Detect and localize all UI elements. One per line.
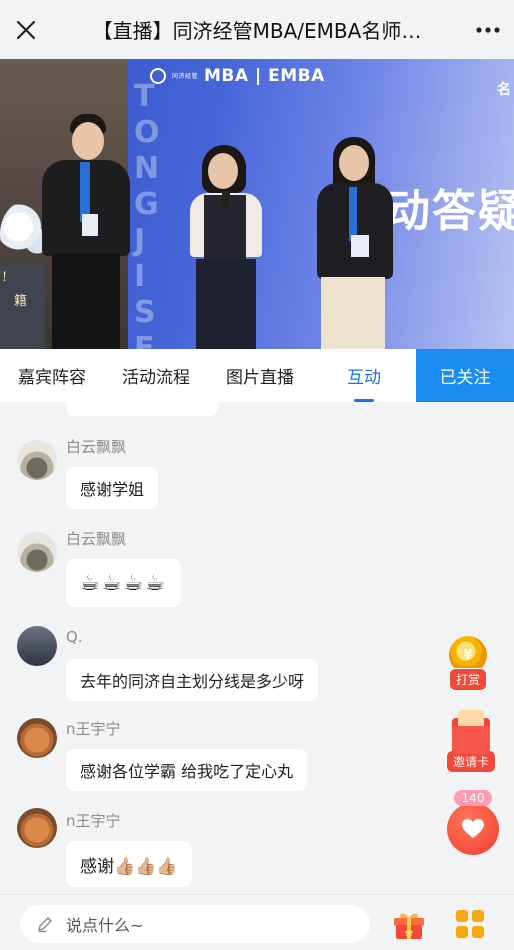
- tab-bar: 嘉宾阵容 活动流程 图片直播 互动 已关注: [0, 349, 514, 402]
- speaker-right: [315, 137, 395, 349]
- message-username: n王宇宁: [66, 812, 121, 830]
- avatar[interactable]: [17, 532, 57, 572]
- live-video[interactable]: ! 籍 TONGJI SEM 同济经管 MBA | EMBA 动答疑 名: [0, 59, 514, 349]
- message-username: 白云飘飘: [66, 438, 127, 456]
- message-bubble: ☕☕☕☕: [66, 559, 181, 607]
- close-button[interactable]: [0, 0, 52, 59]
- top-bar: 【直播】同济经管MBA/EMBA名师…: [0, 0, 514, 59]
- pencil-icon: [38, 917, 52, 933]
- message-username: 白云飘飘: [66, 530, 127, 548]
- avatar[interactable]: [17, 808, 57, 848]
- envelope-icon: [452, 710, 490, 754]
- tab-photo-live[interactable]: 图片直播: [208, 349, 312, 402]
- comment-input[interactable]: 说点什么~: [20, 905, 370, 943]
- follow-button[interactable]: 已关注: [416, 349, 514, 402]
- backdrop-logo: 同济经管 MBA | EMBA: [150, 66, 325, 86]
- message-username: Q.: [66, 628, 83, 646]
- apps-grid-icon: [456, 926, 468, 938]
- apps-grid-icon: [472, 910, 484, 922]
- apps-grid-icon: [472, 926, 484, 938]
- school-seal-icon: [150, 68, 166, 84]
- speaker-left: [40, 114, 132, 349]
- backdrop-headline: 动答疑: [386, 186, 514, 237]
- avatar[interactable]: [17, 440, 57, 480]
- like-button[interactable]: 140: [447, 790, 499, 855]
- apps-menu-button[interactable]: [456, 910, 484, 938]
- tab-guests[interactable]: 嘉宾阵容: [0, 349, 104, 402]
- message-bubble: 去年的同济自主划分线是多少呀: [66, 659, 319, 701]
- logo-small-text: 同济经管: [172, 72, 199, 80]
- stand-text-1: !: [2, 270, 8, 285]
- like-count: 140: [453, 790, 493, 806]
- tip-label: 打赏: [449, 668, 488, 691]
- more-icon: [476, 26, 500, 33]
- tip-button[interactable]: ¥ 打赏: [449, 636, 488, 691]
- chat-list[interactable]: 白云飘飘 感谢学姐 白云飘飘 ☕☕☕☕ Q. 去年的同济自主划分线是多少呀 n王…: [0, 402, 514, 894]
- heart-icon-wrap: [447, 803, 499, 855]
- backdrop-corner-text: 名: [497, 82, 511, 98]
- message-bubble: 感谢学姐: [66, 467, 159, 509]
- stand-text-2: 籍: [14, 294, 28, 309]
- invite-card-button[interactable]: 邀请卡: [446, 710, 497, 773]
- logo-text: MBA | EMBA: [204, 66, 325, 86]
- heart-icon: [462, 819, 484, 838]
- speaker-center: [186, 145, 268, 349]
- more-button[interactable]: [462, 0, 514, 59]
- page-title: 【直播】同济经管MBA/EMBA名师…: [92, 19, 422, 43]
- message-bubble: 感谢各位学霸 给我吃了定心丸: [66, 749, 308, 791]
- tab-interaction[interactable]: 互动: [312, 349, 416, 402]
- avatar[interactable]: [17, 718, 57, 758]
- message-username: n王宇宁: [66, 720, 121, 738]
- vertical-backdrop-text: TONGJI SEM: [134, 79, 160, 349]
- banner-stand: ! 籍: [0, 264, 45, 349]
- gift-button[interactable]: [392, 910, 426, 940]
- message-bubble: 感谢👍🏼👍🏼👍🏼: [66, 841, 192, 887]
- apps-grid-icon: [456, 910, 468, 922]
- previous-message-bubble: [66, 402, 218, 416]
- gift-icon: [394, 913, 424, 939]
- comment-placeholder: 说点什么~: [66, 916, 144, 935]
- tab-schedule[interactable]: 活动流程: [104, 349, 208, 402]
- avatar[interactable]: [17, 626, 57, 666]
- close-icon: [16, 20, 36, 39]
- bottom-bar: 说点什么~: [0, 894, 514, 950]
